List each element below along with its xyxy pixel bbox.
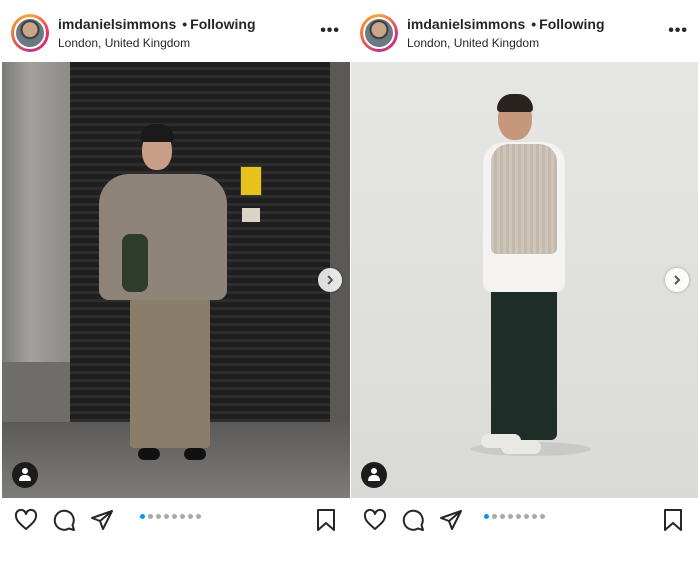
story-ring[interactable] xyxy=(360,14,398,52)
subject-shoe-left xyxy=(138,448,160,460)
photo-frame xyxy=(330,62,350,422)
heart-icon[interactable] xyxy=(14,508,38,532)
post-photo[interactable] xyxy=(351,62,698,498)
subject-bag xyxy=(122,234,148,292)
more-options-icon[interactable]: ••• xyxy=(320,22,340,40)
following-button[interactable]: Following xyxy=(539,16,604,32)
carousel-dot xyxy=(164,514,169,519)
carousel-dot xyxy=(484,514,489,519)
comment-icon[interactable] xyxy=(401,508,425,532)
carousel-dot xyxy=(148,514,153,519)
user-tag-button[interactable] xyxy=(361,462,387,488)
post-author-row: imdanielsimmons • Following xyxy=(407,16,605,32)
carousel-indicator xyxy=(140,514,201,519)
user-tag-icon xyxy=(371,468,377,474)
heart-icon[interactable] xyxy=(363,508,387,532)
carousel-indicator xyxy=(484,514,545,519)
post-card: imdanielsimmons • Following London, United… xyxy=(351,0,698,540)
bookmark-icon[interactable] xyxy=(661,508,685,532)
carousel-dot xyxy=(188,514,193,519)
avatar[interactable] xyxy=(14,17,46,49)
carousel-dot xyxy=(516,514,521,519)
carousel-dot xyxy=(508,514,513,519)
separator-dot: • xyxy=(531,16,537,32)
comment-icon[interactable] xyxy=(52,508,76,532)
next-photo-button[interactable] xyxy=(318,268,342,292)
next-icon xyxy=(674,275,681,285)
location-link[interactable]: London, United Kingdom xyxy=(58,36,190,50)
carousel-dot xyxy=(524,514,529,519)
location-link[interactable]: London, United Kingdom xyxy=(407,36,539,50)
next-photo-button[interactable] xyxy=(665,268,689,292)
following-button[interactable]: Following xyxy=(190,16,255,32)
carousel-dot xyxy=(172,514,177,519)
subject-trousers xyxy=(491,280,557,440)
carousel-dot xyxy=(196,514,201,519)
user-tag-button[interactable] xyxy=(12,462,38,488)
bookmark-icon[interactable] xyxy=(314,508,338,532)
subject-trousers xyxy=(130,298,210,448)
carousel-dot xyxy=(140,514,145,519)
next-icon xyxy=(327,275,334,285)
subject-hair xyxy=(497,94,533,112)
warning-sign xyxy=(240,166,262,196)
subject-shoe-right xyxy=(184,448,206,460)
action-bar xyxy=(351,498,698,540)
subject-beanie xyxy=(140,124,174,142)
user-tag-icon-body xyxy=(368,475,380,481)
post-author-row: imdanielsimmons • Following xyxy=(58,16,256,32)
user-tag-icon-body xyxy=(19,475,31,481)
separator-dot: • xyxy=(182,16,188,32)
subject-jacket xyxy=(99,174,227,300)
user-tag-icon xyxy=(22,468,28,474)
subject-vest xyxy=(491,144,557,254)
story-ring[interactable] xyxy=(11,14,49,52)
carousel-dot xyxy=(492,514,497,519)
share-icon[interactable] xyxy=(90,508,114,532)
subject-shoe-right xyxy=(501,440,541,454)
carousel-dot xyxy=(180,514,185,519)
carousel-dot xyxy=(500,514,505,519)
more-options-icon[interactable]: ••• xyxy=(668,22,688,40)
carousel-dot xyxy=(156,514,161,519)
carousel-dot xyxy=(540,514,545,519)
post-card: imdanielsimmons • Following London, United… xyxy=(2,0,350,540)
post-photo[interactable] xyxy=(2,62,350,498)
post-header: imdanielsimmons • Following London, United… xyxy=(2,0,350,62)
share-icon[interactable] xyxy=(439,508,463,532)
carousel-dot xyxy=(532,514,537,519)
username-link[interactable]: imdanielsimmons xyxy=(407,16,525,32)
avatar[interactable] xyxy=(363,17,395,49)
post-header: imdanielsimmons • Following London, United… xyxy=(351,0,698,62)
action-bar xyxy=(2,498,350,540)
username-link[interactable]: imdanielsimmons xyxy=(58,16,176,32)
small-sign xyxy=(242,208,260,222)
